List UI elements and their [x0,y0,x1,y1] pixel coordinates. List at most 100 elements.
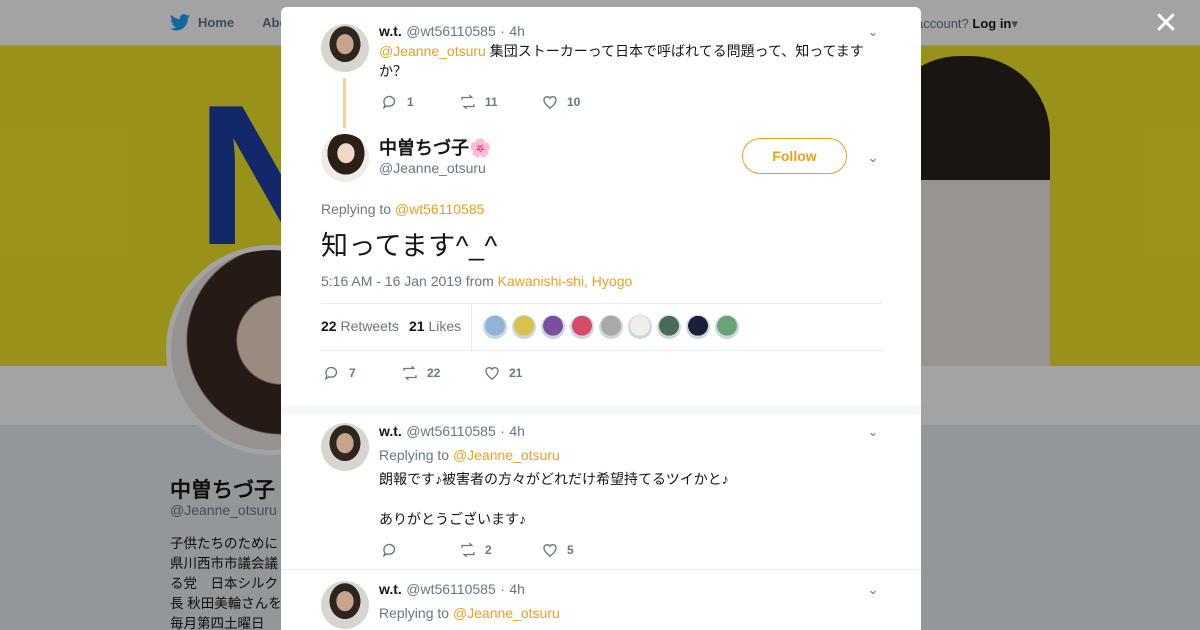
user-handle[interactable]: @wt56110585 [406,423,495,439]
main-user-name[interactable]: 中曽ちづ子🌸 [379,134,491,160]
follow-button[interactable]: Follow [742,138,847,174]
main-tweet-text: 知ってます^_^ [321,231,498,261]
stats-divider [471,304,472,350]
tweet-time[interactable]: 4h [509,23,525,39]
tweet-timestamp[interactable]: 5:16 AM - 16 Jan 2019 [321,273,462,289]
tweet-metadata: 5:16 AM - 16 Jan 2019 from Kawanishi-shi… [321,273,632,289]
replying-to-link[interactable]: @wt56110585 [395,201,484,217]
replying-label: Replying to [321,201,392,217]
retweet-icon [461,94,475,110]
cherry-blossom-emoji: 🌸 [469,138,492,158]
like-button[interactable]: 10 [541,93,580,111]
retweet-label: Retweets [340,318,399,334]
reply-icon [382,95,396,110]
main-tweet-actions: 7 22 21 [323,364,522,382]
tweet-time[interactable]: 4h [509,423,525,439]
replying-to: Replying to @wt56110585 [321,201,484,217]
mention-link[interactable]: @Jeanne_otsuru [379,43,486,59]
like-count: 10 [567,95,581,109]
retweet-count: 2 [485,543,492,557]
retweet-button[interactable]: 2 [459,541,541,559]
retweet-icon [461,542,475,558]
avatar[interactable] [321,134,369,182]
reply-button[interactable] [381,541,459,559]
liker-avatar[interactable] [628,315,652,339]
separator-dot: · [500,23,505,39]
thread-connector [343,78,346,128]
user-name[interactable]: w.t. [379,581,402,597]
tweet-header: w.t. @wt56110585 · 4h [379,581,525,599]
like-count: 5 [567,543,574,557]
retweet-count: 11 [485,95,498,109]
replying-to-link[interactable]: @Jeanne_otsuru [453,447,560,463]
chevron-down-icon[interactable]: ⌄ [866,583,880,597]
reply-button[interactable]: 7 [323,364,401,382]
chevron-down-icon[interactable]: ⌄ [866,151,880,165]
like-button[interactable]: 5 [541,541,574,559]
reply-icon [382,543,396,558]
from-label: from [465,273,494,289]
chevron-down-icon[interactable]: ⌄ [866,425,880,439]
reply-count: 1 [407,95,414,109]
close-icon[interactable]: ✕ [1152,9,1180,39]
tweet-text-line: か？ [379,63,407,79]
user-name[interactable]: w.t. [379,423,402,439]
liker-avatar[interactable] [657,315,681,339]
retweet-button[interactable]: 11 [459,93,541,111]
reply-count: 7 [349,366,356,380]
tweet-text: @Jeanne_otsuru 集団ストーカーって日本で呼ばれてる問題って、知って… [379,41,879,81]
likes-stat[interactable]: 21 Likes [409,318,461,334]
liker-avatar[interactable] [686,315,710,339]
tweet-text: 朗報です♪被害者の方々がどれだけ希望持てるツイかと♪ ありがとうございます♪ [379,469,729,529]
reply-button[interactable]: 1 [381,93,459,111]
tweet-text-line: 朗報です♪被害者の方々がどれだけ希望持てるツイかと♪ [379,471,729,487]
liker-avatar[interactable] [715,315,739,339]
reply-icon [324,366,338,381]
liker-avatar[interactable] [483,315,507,339]
like-count: 21 [509,366,523,380]
liker-avatar[interactable] [512,315,536,339]
chevron-down-icon[interactable]: ⌄ [866,25,880,39]
tweet-stats: 22 Retweets 21 Likes [321,303,882,351]
retweet-count: 22 [427,366,441,380]
replying-label: Replying to [379,447,450,463]
tweet-header: w.t. @wt56110585 · 4h [379,23,525,41]
liker-avatar[interactable] [541,315,565,339]
user-name: 中曽ちづ子 [379,138,469,158]
avatar[interactable] [321,581,369,629]
replying-to: Replying to @Jeanne_otsuru [379,447,560,463]
tweet-permalink-modal: w.t. @wt56110585 · 4h ⌄ @Jeanne_otsuru 集… [281,7,921,630]
tweet-actions: 2 5 [381,541,574,559]
like-total: 21 [409,318,425,334]
heart-icon [543,544,557,557]
replying-label: Replying to [379,605,450,621]
separator-dot: · [500,423,505,439]
user-handle[interactable]: @Jeanne_otsuru [379,160,486,176]
heart-icon [485,367,499,380]
avatar[interactable] [321,24,369,72]
liker-avatar[interactable] [599,315,623,339]
user-name[interactable]: w.t. [379,23,402,39]
tweet-actions: 1 11 10 [381,93,580,111]
like-button[interactable]: 21 [483,364,522,382]
retweet-button[interactable]: 22 [401,364,483,382]
retweets-stat[interactable]: 22 Retweets [321,318,399,334]
reply-divider [281,569,921,570]
tweet-text-line: ありがとうございます♪ [379,511,526,527]
replies-separator [281,405,921,415]
retweet-icon [403,365,417,381]
user-handle[interactable]: @wt56110585 [406,23,495,39]
user-handle[interactable]: @wt56110585 [406,581,495,597]
tweet-time[interactable]: 4h [509,581,525,597]
liker-avatar[interactable] [570,315,594,339]
tweet-text-line: 集団ストーカーって日本で呼ばれてる問題って、知ってます [485,43,864,59]
like-label: Likes [428,318,462,334]
replying-to: Replying to @Jeanne_otsuru [379,605,560,621]
location-link[interactable]: Kawanishi-shi, Hyogo [498,273,633,289]
heart-icon [543,96,557,109]
replying-to-link[interactable]: @Jeanne_otsuru [453,605,560,621]
retweet-total: 22 [321,318,337,334]
avatar[interactable] [321,423,369,471]
tweet-header: w.t. @wt56110585 · 4h [379,423,525,441]
